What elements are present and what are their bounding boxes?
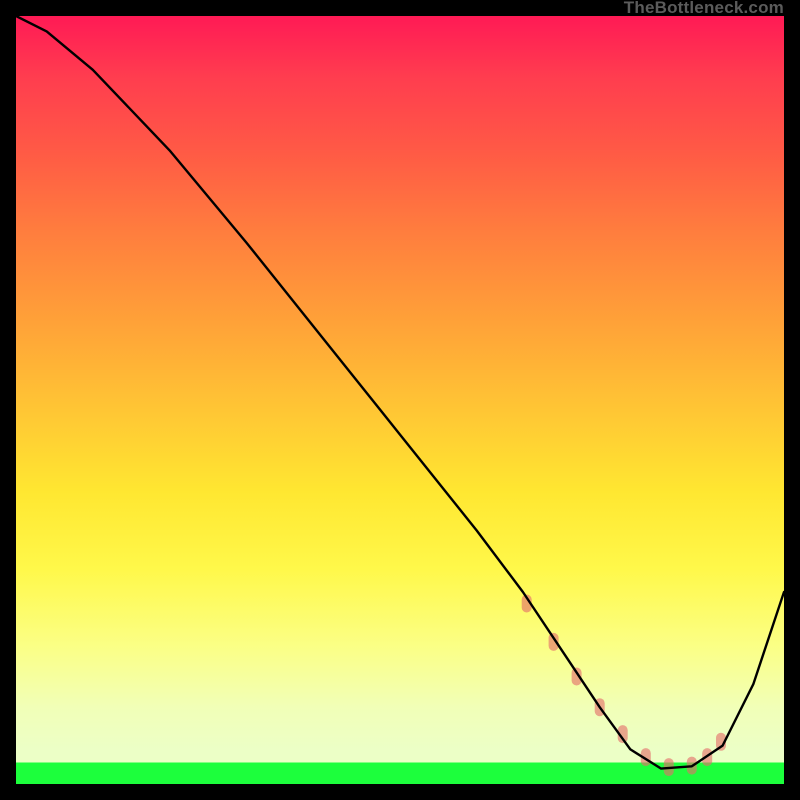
- chart-frame: TheBottleneck.com: [0, 0, 800, 800]
- marker-group: [522, 595, 726, 777]
- watermark-text: TheBottleneck.com: [624, 0, 784, 16]
- chart-svg: [16, 16, 784, 784]
- bottleneck-curve-line: [16, 16, 784, 769]
- chart-plot-area: [16, 16, 784, 784]
